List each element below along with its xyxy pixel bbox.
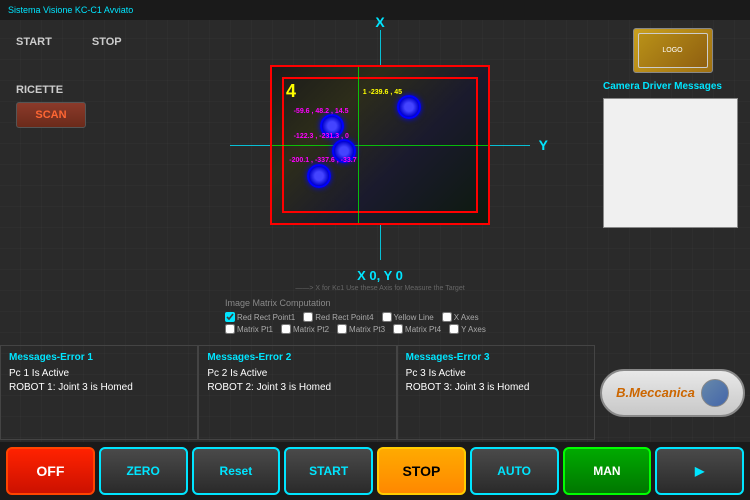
brand-avatar <box>701 379 729 407</box>
error-title-3: Messages-Error 3 <box>406 352 586 363</box>
checkbox-x-axes-input[interactable] <box>442 312 452 322</box>
checkbox-x-axes[interactable]: X Axes <box>442 312 479 322</box>
coord-label-3: -122.3 , -231.3 , 0 <box>294 133 349 140</box>
crosshair-container: X Y 4 1 -239.6 , 45 -59.6 , 48.2 , 14.5 <box>230 30 530 260</box>
zero-button[interactable]: ZERO <box>99 447 188 495</box>
checkbox-yellow-line[interactable]: Yellow Line <box>382 312 434 322</box>
logo-box: LOGO <box>633 28 713 73</box>
checkbox-matrix-pt1-input[interactable] <box>225 324 235 334</box>
brand-label: B.Meccanica <box>616 385 695 400</box>
checkbox-red-rect-pt1[interactable]: Red Rect Point1 <box>225 312 295 322</box>
camera-bg: 4 1 -239.6 , 45 -59.6 , 48.2 , 14.5 -122… <box>272 67 488 223</box>
error-panel-2: Messages-Error 2 Pc 2 Is Active ROBOT 2:… <box>198 345 396 440</box>
cam-crosshair-h <box>272 145 488 146</box>
error-title-2: Messages-Error 2 <box>207 352 387 363</box>
ricette-section: RICETTE SCAN <box>0 76 215 136</box>
error-text-2-line2: ROBOT 2: Joint 3 is Homed <box>207 381 387 395</box>
checkbox-y-axes[interactable]: Y Axes <box>449 324 486 334</box>
start-button[interactable]: START <box>284 447 373 495</box>
rect-number: 4 <box>286 81 296 102</box>
ricette-label: RICETTE <box>16 84 199 96</box>
error-text-2-line1: Pc 2 Is Active <box>207 367 387 381</box>
detect-circle-4 <box>307 164 331 188</box>
label-matrix-pt2: Matrix Pt2 <box>293 325 329 334</box>
checkbox-matrix-pt2-input[interactable] <box>281 324 291 334</box>
error-text-1-line1: Pc 1 Is Active <box>9 367 189 381</box>
coord-label-1: 1 -239.6 , 45 <box>363 89 402 96</box>
error-panel-3: Messages-Error 3 Pc 3 Is Active ROBOT 3:… <box>397 345 595 440</box>
checkbox-red-rect-pt1-input[interactable] <box>225 312 235 322</box>
brand-section: B.Meccanica <box>595 345 750 440</box>
checkbox-matrix-pt3-input[interactable] <box>337 324 347 334</box>
scan-button[interactable]: SCAN <box>16 102 86 128</box>
checkbox-matrix-pt4[interactable]: Matrix Pt4 <box>393 324 441 334</box>
extra-button[interactable]: ▶ <box>655 447 744 495</box>
label-red-rect-pt4: Red Rect Point4 <box>315 313 373 322</box>
checkbox-matrix-pt1[interactable]: Matrix Pt1 <box>225 324 273 334</box>
label-matrix-pt1: Matrix Pt1 <box>237 325 273 334</box>
matrix-row-1: Red Rect Point1 Red Rect Point4 Yellow L… <box>225 312 535 322</box>
label-x-axes: X Axes <box>454 313 479 322</box>
error-text-3-line2: ROBOT 3: Joint 3 is Homed <box>406 381 586 395</box>
matrix-row-2: Matrix Pt1 Matrix Pt2 Matrix Pt3 Matrix … <box>225 324 535 334</box>
off-button[interactable]: OFF <box>6 447 95 495</box>
xy-label: X 0, Y 0 <box>215 268 545 283</box>
error-title-1: Messages-Error 1 <box>9 352 189 363</box>
axis-measure-text: ——> X for Kc1 Use these Axis for Measure… <box>215 285 545 292</box>
label-yellow-line: Yellow Line <box>394 313 434 322</box>
coord-label-2: -59.6 , 48.2 , 14.5 <box>294 108 349 115</box>
bottom-toolbar: OFF ZERO Reset START STOP AUTO MAN ▶ <box>0 442 750 500</box>
error-text-3-line1: Pc 3 Is Active <box>406 367 586 381</box>
label-matrix-pt4: Matrix Pt4 <box>405 325 441 334</box>
label-y-axes: Y Axes <box>461 325 486 334</box>
stop-label[interactable]: STOP <box>92 36 122 48</box>
cam-driver-title: Camera Driver Messages <box>603 81 742 92</box>
checkbox-matrix-pt2[interactable]: Matrix Pt2 <box>281 324 329 334</box>
man-button[interactable]: MAN <box>563 447 652 495</box>
label-red-rect-pt1: Red Rect Point1 <box>237 313 295 322</box>
auto-button[interactable]: AUTO <box>470 447 559 495</box>
logo-inner: LOGO <box>638 33 708 68</box>
matrix-title: Image Matrix Computation <box>225 298 535 308</box>
reset-button[interactable]: Reset <box>192 447 281 495</box>
error-panel-1: Messages-Error 1 Pc 1 Is Active ROBOT 1:… <box>0 345 198 440</box>
messages-section: Messages-Error 1 Pc 1 Is Active ROBOT 1:… <box>0 345 595 440</box>
label-matrix-pt3: Matrix Pt3 <box>349 325 385 334</box>
x-axis-label: X <box>375 14 384 30</box>
cam-crosshair-v <box>358 67 359 223</box>
checkbox-y-axes-input[interactable] <box>449 324 459 334</box>
brand-button[interactable]: B.Meccanica <box>600 369 745 417</box>
checkbox-matrix-pt4-input[interactable] <box>393 324 403 334</box>
checkbox-red-rect-pt4[interactable]: Red Rect Point4 <box>303 312 373 322</box>
checkbox-yellow-line-input[interactable] <box>382 312 392 322</box>
start-stop-row: START STOP <box>0 28 215 56</box>
coord-label-4: -200.1 , -337.6 , -33.7 <box>289 157 356 164</box>
cam-driver-messages-box <box>603 98 738 228</box>
stop-button[interactable]: STOP <box>377 447 466 495</box>
y-axis-label: Y <box>539 137 548 153</box>
start-label[interactable]: START <box>16 36 52 48</box>
error-text-1-line2: ROBOT 1: Joint 3 is Homed <box>9 381 189 395</box>
camera-image: 4 1 -239.6 , 45 -59.6 , 48.2 , 14.5 -122… <box>270 65 490 225</box>
checkbox-matrix-pt3[interactable]: Matrix Pt3 <box>337 324 385 334</box>
status-text: Sistema Visione KC-C1 Avviato <box>8 5 133 15</box>
logo-text: LOGO <box>662 47 682 54</box>
checkbox-red-rect-pt4-input[interactable] <box>303 312 313 322</box>
matrix-section: Image Matrix Computation Red Rect Point1… <box>215 298 545 334</box>
